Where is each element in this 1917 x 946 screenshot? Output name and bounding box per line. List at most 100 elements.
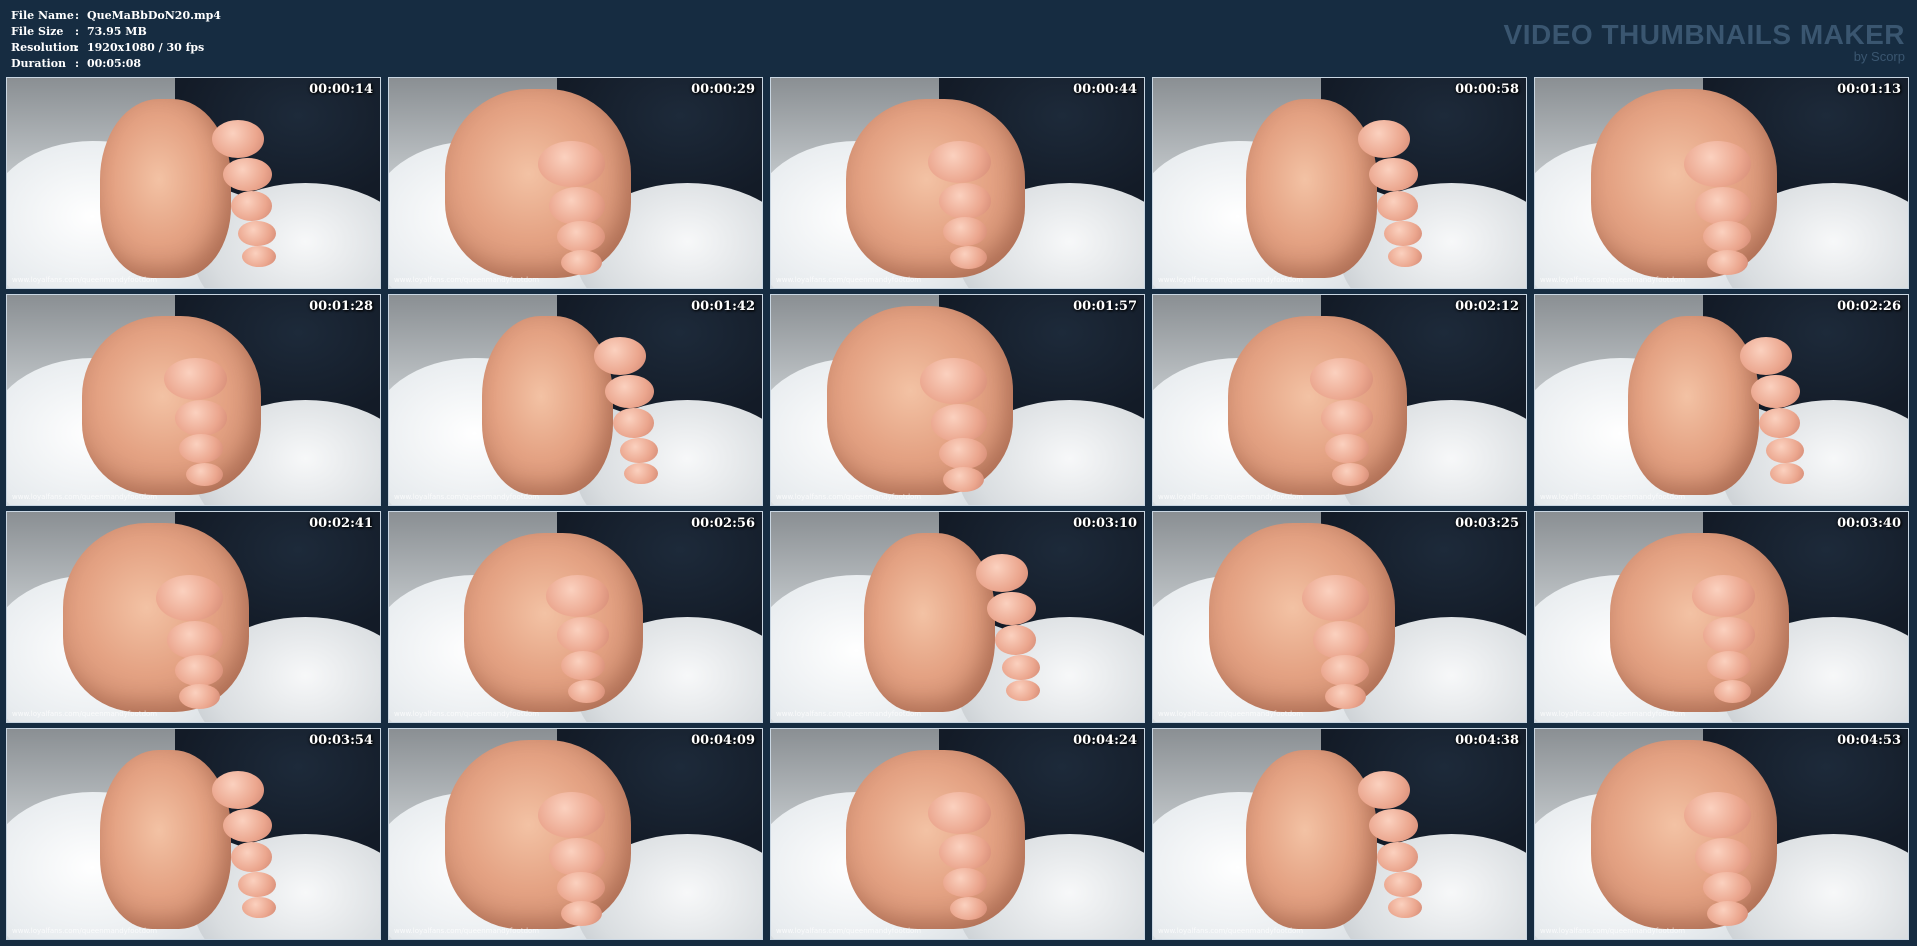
separator: :: [75, 57, 80, 70]
brand-logo: VIDEO THUMBNAILS MAKER by Scorp: [1504, 20, 1905, 64]
watermark: www.loyalfans.com/queenmandyfootdom: [394, 927, 540, 935]
watermark: www.loyalfans.com/queenmandyfootdom: [1158, 927, 1304, 935]
timestamp: 00:04:53: [1837, 733, 1901, 748]
separator: :: [75, 9, 80, 22]
timestamp: 00:00:44: [1073, 82, 1137, 97]
brand-subtitle: by Scorp: [1853, 49, 1905, 64]
watermark: www.loyalfans.com/queenmandyfootdom: [394, 710, 540, 718]
thumbnail[interactable]: 00:01:57 www.loyalfans.com/queenmandyfoot…: [770, 294, 1145, 506]
thumbnail[interactable]: 00:02:41 www.loyalfans.com/queenmandyfoot…: [6, 511, 381, 723]
header: File Name : QueMaBbDoN20.mp4 File Size :…: [0, 0, 1917, 76]
watermark: www.loyalfans.com/queenmandyfootdom: [394, 493, 540, 501]
timestamp: 00:00:14: [309, 82, 373, 97]
thumbnail[interactable]: 00:02:12 www.loyalfans.com/queenmandyfoot…: [1152, 294, 1527, 506]
thumbnail-image: [771, 78, 1144, 288]
file-name-row: File Name : QueMaBbDoN20.mp4: [11, 8, 221, 24]
file-name-value: QueMaBbDoN20.mp4: [87, 9, 221, 22]
timestamp: 00:03:10: [1073, 516, 1137, 531]
thumbnail-image: [7, 78, 380, 288]
thumbnail[interactable]: 00:01:13 www.loyalfans.com/queenmandyfoot…: [1534, 77, 1909, 289]
thumbnail-image: [7, 512, 380, 722]
timestamp: 00:03:40: [1837, 516, 1901, 531]
watermark: www.loyalfans.com/queenmandyfootdom: [12, 493, 158, 501]
thumbnail-image: [1535, 78, 1908, 288]
thumbnail-image: [389, 78, 762, 288]
thumbnail-image: [7, 729, 380, 939]
thumbnail[interactable]: 00:03:40 www.loyalfans.com/queenmandyfoot…: [1534, 511, 1909, 723]
thumbnail-image: [771, 295, 1144, 505]
watermark: www.loyalfans.com/queenmandyfootdom: [1158, 276, 1304, 284]
file-info: File Name : QueMaBbDoN20.mp4 File Size :…: [11, 8, 221, 72]
thumbnail-image: [389, 295, 762, 505]
thumbnail[interactable]: 00:04:53 www.loyalfans.com/queenmandyfoot…: [1534, 728, 1909, 940]
thumbnail-image: [1153, 729, 1526, 939]
watermark: www.loyalfans.com/queenmandyfootdom: [1540, 493, 1686, 501]
watermark: www.loyalfans.com/queenmandyfootdom: [12, 276, 158, 284]
thumbnail-image: [1153, 295, 1526, 505]
thumbnail-image: [389, 512, 762, 722]
thumbnail-image: [1153, 512, 1526, 722]
timestamp: 00:00:29: [691, 82, 755, 97]
thumbnail-image: [1153, 78, 1526, 288]
watermark: www.loyalfans.com/queenmandyfootdom: [12, 927, 158, 935]
watermark: www.loyalfans.com/queenmandyfootdom: [1158, 493, 1304, 501]
thumbnail[interactable]: 00:01:28 www.loyalfans.com/queenmandyfoot…: [6, 294, 381, 506]
thumbnail-image: [771, 512, 1144, 722]
thumbnail-image: [1535, 295, 1908, 505]
timestamp: 00:01:57: [1073, 299, 1137, 314]
watermark: www.loyalfans.com/queenmandyfootdom: [776, 276, 922, 284]
watermark: www.loyalfans.com/queenmandyfootdom: [12, 710, 158, 718]
timestamp: 00:02:12: [1455, 299, 1519, 314]
separator: :: [75, 25, 80, 38]
thumbnail[interactable]: 00:04:09 www.loyalfans.com/queenmandyfoot…: [388, 728, 763, 940]
thumbnail[interactable]: 00:03:10 www.loyalfans.com/queenmandyfoot…: [770, 511, 1145, 723]
thumbnail[interactable]: 00:00:14 www.loyalfans.com/queenmandyfoot…: [6, 77, 381, 289]
thumbnail-image: [1535, 729, 1908, 939]
timestamp: 00:02:41: [309, 516, 373, 531]
thumbnail[interactable]: 00:04:38 www.loyalfans.com/queenmandyfoot…: [1152, 728, 1527, 940]
thumbnail[interactable]: 00:01:42 www.loyalfans.com/queenmandyfoot…: [388, 294, 763, 506]
thumbnail[interactable]: 00:00:44 www.loyalfans.com/queenmandyfoot…: [770, 77, 1145, 289]
timestamp: 00:03:25: [1455, 516, 1519, 531]
timestamp: 00:00:58: [1455, 82, 1519, 97]
thumbnail[interactable]: 00:00:58 www.loyalfans.com/queenmandyfoot…: [1152, 77, 1527, 289]
resolution-value: 1920x1080 / 30 fps: [87, 41, 205, 54]
resolution-row: Resolution : 1920x1080 / 30 fps: [11, 40, 221, 56]
thumbnail-grid: 00:00:14 www.loyalfans.com/queenmandyfoot…: [6, 77, 1912, 940]
resolution-label: Resolution: [11, 41, 78, 54]
brand-title: VIDEO THUMBNAILS MAKER: [1503, 19, 1905, 50]
watermark: www.loyalfans.com/queenmandyfootdom: [776, 493, 922, 501]
watermark: www.loyalfans.com/queenmandyfootdom: [776, 927, 922, 935]
thumbnail[interactable]: 00:03:54 www.loyalfans.com/queenmandyfoot…: [6, 728, 381, 940]
file-size-value: 73.95 MB: [87, 25, 147, 38]
duration-label: Duration: [11, 57, 67, 70]
duration-row: Duration : 00:05:08: [11, 56, 221, 72]
timestamp: 00:04:24: [1073, 733, 1137, 748]
file-size-label: File Size: [11, 25, 64, 38]
watermark: www.loyalfans.com/queenmandyfootdom: [1158, 710, 1304, 718]
watermark: www.loyalfans.com/queenmandyfootdom: [1540, 927, 1686, 935]
separator: :: [75, 41, 80, 54]
thumbnail[interactable]: 00:00:29 www.loyalfans.com/queenmandyfoot…: [388, 77, 763, 289]
timestamp: 00:03:54: [309, 733, 373, 748]
timestamp: 00:04:38: [1455, 733, 1519, 748]
watermark: www.loyalfans.com/queenmandyfootdom: [394, 276, 540, 284]
thumbnail[interactable]: 00:02:56 www.loyalfans.com/queenmandyfoot…: [388, 511, 763, 723]
file-size-row: File Size : 73.95 MB: [11, 24, 221, 40]
duration-value: 00:05:08: [87, 57, 142, 70]
timestamp: 00:01:28: [309, 299, 373, 314]
file-name-label: File Name: [11, 9, 74, 22]
watermark: www.loyalfans.com/queenmandyfootdom: [776, 710, 922, 718]
thumbnail-image: [1535, 512, 1908, 722]
timestamp: 00:02:56: [691, 516, 755, 531]
thumbnail-image: [7, 295, 380, 505]
thumbnail[interactable]: 00:02:26 www.loyalfans.com/queenmandyfoot…: [1534, 294, 1909, 506]
timestamp: 00:04:09: [691, 733, 755, 748]
thumbnail-image: [771, 729, 1144, 939]
thumbnail[interactable]: 00:03:25 www.loyalfans.com/queenmandyfoot…: [1152, 511, 1527, 723]
timestamp: 00:02:26: [1837, 299, 1901, 314]
timestamp: 00:01:13: [1837, 82, 1901, 97]
timestamp: 00:01:42: [691, 299, 755, 314]
thumbnail-image: [389, 729, 762, 939]
thumbnail[interactable]: 00:04:24 www.loyalfans.com/queenmandyfoot…: [770, 728, 1145, 940]
